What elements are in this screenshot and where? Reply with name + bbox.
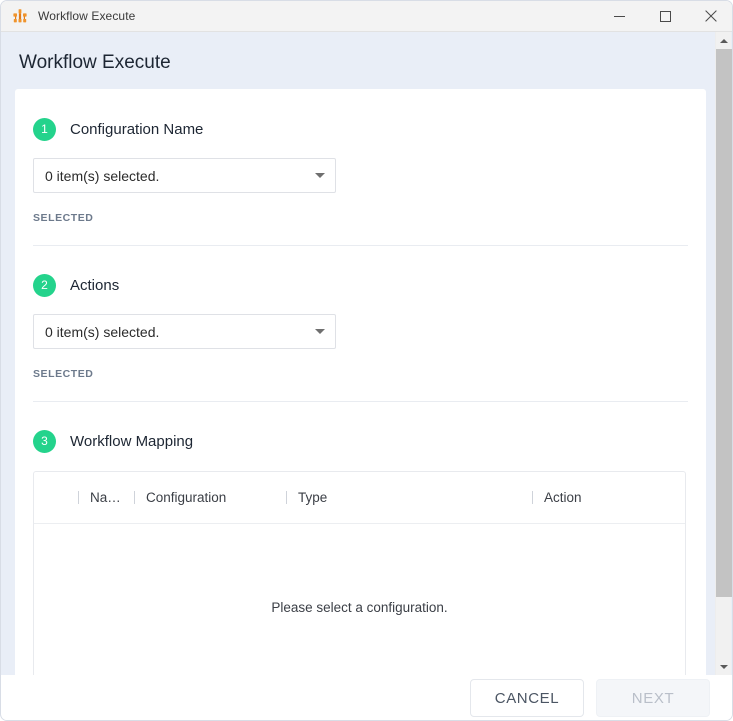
column-header-action-label: Action <box>544 490 582 505</box>
step-configuration-name: 1 Configuration Name 0 item(s) selected.… <box>33 89 688 246</box>
column-header-type[interactable]: Type <box>286 490 532 505</box>
step-2-title: Actions <box>70 277 119 294</box>
next-button[interactable]: NEXT <box>596 679 710 717</box>
configuration-name-select-value: 0 item(s) selected. <box>45 168 159 184</box>
vertical-scrollbar[interactable] <box>715 32 731 675</box>
step-1-title: Configuration Name <box>70 121 203 138</box>
scroll-up-arrow-glyph <box>720 39 728 43</box>
close-icon[interactable] <box>688 1 733 32</box>
application-window: Workflow Execute Workflow Execute <box>0 0 733 721</box>
maximize-icon[interactable] <box>642 1 688 32</box>
actions-selected-label: SELECTED <box>33 368 688 380</box>
table-body: Please select a configuration. <box>34 524 685 675</box>
step-2-badge: 2 <box>33 274 56 297</box>
step-3-header: 3 Workflow Mapping <box>33 427 688 455</box>
step-1-badge: 1 <box>33 118 56 141</box>
step-3-title: Workflow Mapping <box>70 433 193 450</box>
column-resize-handle[interactable] <box>78 491 79 504</box>
step-1-header: 1 Configuration Name <box>33 115 688 143</box>
actions-select[interactable]: 0 item(s) selected. <box>33 314 336 349</box>
dialog-footer: CANCEL NEXT <box>2 675 733 721</box>
column-header-configuration-label: Configuration <box>146 490 226 505</box>
column-resize-handle[interactable] <box>532 491 533 504</box>
column-header-name[interactable]: Na… <box>78 490 134 505</box>
page-title: Workflow Execute <box>19 52 733 74</box>
step-3-badge: 3 <box>33 430 56 453</box>
step-actions: 2 Actions 0 item(s) selected. SELECTED <box>33 246 688 402</box>
column-header-action[interactable]: Action <box>532 490 672 505</box>
column-resize-handle[interactable] <box>286 491 287 504</box>
minimize-icon[interactable] <box>596 1 642 32</box>
scroll-down-icon[interactable] <box>716 658 732 675</box>
scroll-up-icon[interactable] <box>716 32 732 49</box>
chevron-down-icon <box>315 173 325 178</box>
configuration-name-select[interactable]: 0 item(s) selected. <box>33 158 336 193</box>
column-resize-handle[interactable] <box>134 491 135 504</box>
page-header: Workflow Execute <box>1 32 733 89</box>
title-bar: Workflow Execute <box>1 1 733 32</box>
step-2-header: 2 Actions <box>33 271 688 299</box>
configuration-name-selected-label: SELECTED <box>33 212 688 224</box>
actions-select-value: 0 item(s) selected. <box>45 324 159 340</box>
workflow-mapping-table: Na… Configuration Type Action <box>33 471 686 675</box>
column-header-type-label: Type <box>298 490 327 505</box>
window-controls <box>596 1 733 32</box>
column-header-configuration[interactable]: Configuration <box>134 490 286 505</box>
column-header-name-label: Na… <box>90 490 121 505</box>
step-workflow-mapping: 3 Workflow Mapping Na… Configuration <box>33 402 688 675</box>
table-empty-message: Please select a configuration. <box>34 600 685 615</box>
cancel-button[interactable]: CANCEL <box>470 679 584 717</box>
scrollbar-thumb[interactable] <box>716 49 732 597</box>
scroll-down-arrow-glyph <box>720 665 728 669</box>
chevron-down-icon <box>315 329 325 334</box>
dialog-scroll-region: Workflow Execute 1 Configuration Name 0 … <box>1 32 733 675</box>
wizard-card: 1 Configuration Name 0 item(s) selected.… <box>15 89 706 675</box>
table-header-row: Na… Configuration Type Action <box>34 472 685 524</box>
window-title: Workflow Execute <box>38 9 135 23</box>
workflow-app-icon <box>12 8 28 24</box>
